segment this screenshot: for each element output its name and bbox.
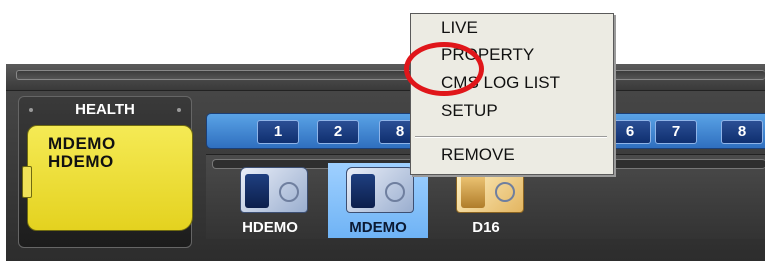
device-label: MDEMO — [349, 219, 407, 236]
dvr-front — [351, 174, 375, 208]
health-card-line: HDEMO — [48, 152, 114, 171]
health-title: HEALTH — [75, 101, 135, 118]
dot-icon — [177, 108, 181, 112]
panel-top-strip — [6, 64, 765, 91]
health-status-card[interactable]: MDEMO HDEMO — [22, 125, 193, 231]
dvr-icon — [240, 167, 308, 213]
top-groove — [16, 70, 765, 80]
dvr-icon — [346, 167, 414, 213]
menu-item-setup[interactable]: SETUP — [441, 101, 498, 121]
highlight-ring — [404, 42, 484, 96]
dvr-front — [461, 174, 485, 208]
channel-button-6[interactable]: 6 — [609, 120, 651, 144]
health-panel: HEALTH MDEMO HDEMO — [18, 96, 193, 248]
health-card-line: MDEMO — [48, 134, 116, 153]
menu-separator — [415, 136, 607, 138]
dvr-vent — [495, 182, 515, 202]
channel-button-8[interactable]: 8 — [721, 120, 763, 144]
device-label: HDEMO — [242, 219, 298, 236]
card-tab — [22, 166, 32, 198]
menu-item-remove[interactable]: REMOVE — [441, 145, 515, 165]
channel-button-7[interactable]: 7 — [655, 120, 697, 144]
dvr-vent — [385, 182, 405, 202]
channel-button-2[interactable]: 2 — [317, 120, 359, 144]
device-hdemo[interactable]: HDEMO — [222, 163, 318, 238]
channel-button-1[interactable]: 1 — [257, 120, 299, 144]
dvr-front — [245, 174, 269, 208]
menu-item-live[interactable]: LIVE — [441, 18, 478, 38]
device-label: D16 — [472, 219, 500, 236]
dvr-vent — [279, 182, 299, 202]
